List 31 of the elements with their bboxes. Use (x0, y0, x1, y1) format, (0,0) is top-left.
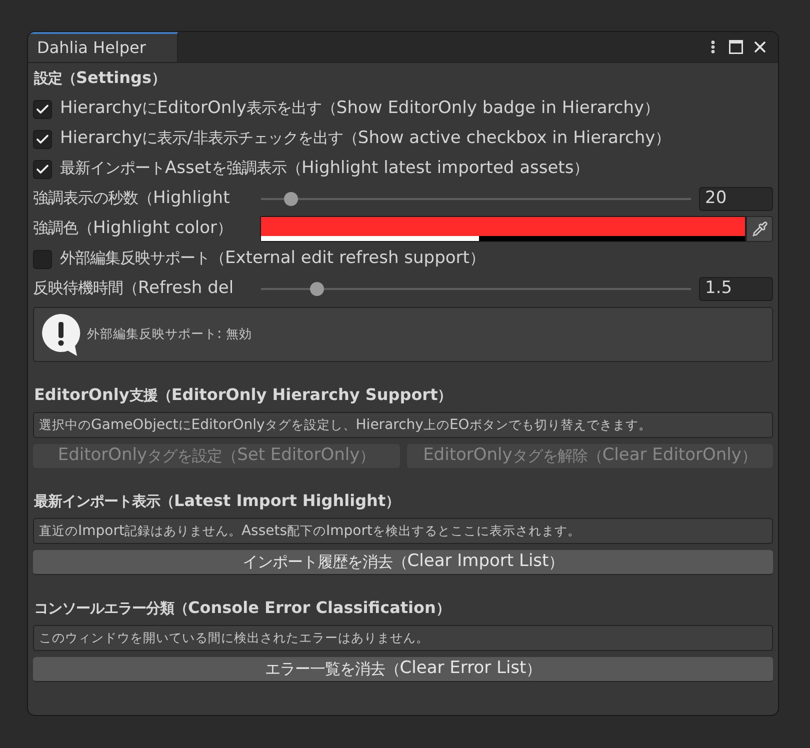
field-label: 反映待機時間（Refresh del (33, 277, 235, 300)
slider-thumb[interactable] (310, 282, 324, 296)
field-label: 強調表示の秒数（Highlight (33, 187, 231, 210)
help-text: 外部編集反映サポート: 無効 (87, 325, 252, 344)
number-field[interactable]: 20 (699, 187, 773, 211)
section-heading: 設定（Settings） (33, 66, 166, 89)
info-text: 選択中のGameObjectにEditorOnlyタグを設定し、Hierarchy上のEOボタンでも切り替えできます。 (39, 416, 652, 434)
section-heading: 最新インポート表示（Latest Import Highlight） (33, 490, 400, 512)
action-button[interactable]: エラー一覧を消去（Clear Error List） (33, 657, 773, 682)
slider-thumb[interactable] (284, 192, 298, 206)
checkbox-label: HierarchyにEditorOnly表示を出す（Show EditorOnly badge in Hierarchy） (60, 97, 660, 120)
warning-bubble-icon (41, 312, 81, 356)
eyedropper-icon (752, 221, 768, 237)
checkbox[interactable] (33, 130, 52, 148)
info-text: 直近のImport記録はありません。Assets配下のImportを検出するとここに表示されます。 (39, 522, 580, 540)
section-heading: コンソールエラー分類（Console Error Classification） (33, 596, 450, 619)
checkbox-label: Hierarchyに表示/非表示チェックを出す（Show active checkbox in Hierarchy） (60, 127, 670, 150)
section-heading: EditorOnly支援（EditorOnly Hierarchy Support） (33, 384, 452, 406)
maximize-icon (729, 40, 743, 54)
info-text: このウィンドウを開いている間に検出されたエラーはありません。 (39, 628, 429, 646)
action-button[interactable]: インポート履歴を消去（Clear Import List） (33, 550, 773, 575)
checkbox[interactable] (33, 160, 52, 178)
checkbox-label: 外部編集反映サポート（External edit refresh support） (60, 247, 484, 270)
eyedropper-button[interactable] (746, 216, 773, 242)
checkbox-label: 最新インポートAssetを強調表示（Highlight latest imported assets） (60, 157, 589, 180)
color-field[interactable] (260, 216, 746, 242)
checkbox[interactable] (33, 250, 52, 268)
number-field[interactable]: 1.5 (699, 277, 773, 301)
checkbox[interactable] (33, 100, 52, 118)
window-tab[interactable]: Dahlia Helper (28, 32, 178, 62)
field-label: 強調色（Highlight color） (33, 217, 234, 240)
